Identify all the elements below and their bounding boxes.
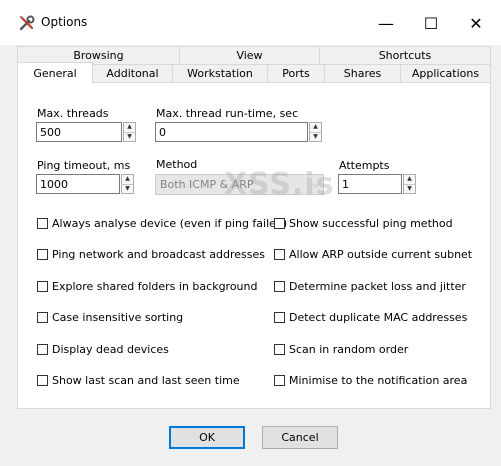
spin-up-icon[interactable]: ▲ bbox=[310, 123, 321, 133]
checkbox-label: Show last scan and last seen time bbox=[52, 374, 240, 387]
tab-additonal[interactable]: Additonal bbox=[92, 64, 173, 83]
checkbox-label: Minimise to the notification area bbox=[289, 374, 468, 387]
attempts-input[interactable]: 1 bbox=[338, 174, 402, 194]
spin-up-icon[interactable]: ▲ bbox=[122, 175, 133, 185]
tab-label: Additonal bbox=[106, 67, 159, 80]
checkbox-label: Scan in random order bbox=[289, 343, 409, 356]
spin-down-icon[interactable]: ▼ bbox=[124, 133, 135, 142]
tab-shortcuts[interactable]: Shortcuts bbox=[319, 46, 491, 65]
ping-timeout-label: Ping timeout, ms bbox=[37, 159, 131, 172]
checkbox-box[interactable] bbox=[274, 281, 285, 292]
close-icon: ✕ bbox=[469, 13, 483, 33]
spin-down-icon[interactable]: ▼ bbox=[404, 185, 415, 194]
checkbox-box[interactable] bbox=[37, 312, 48, 323]
ping-timeout-spinner[interactable]: ▲ ▼ bbox=[121, 174, 134, 194]
max-threads-input[interactable]: 500 bbox=[36, 122, 122, 142]
checkbox-label: Case insensitive sorting bbox=[52, 311, 184, 324]
tab-label: Shares bbox=[343, 67, 382, 80]
tab-label: Browsing bbox=[73, 49, 124, 62]
minimize-button[interactable]: — bbox=[365, 6, 407, 40]
checkbox-random-order[interactable]: Scan in random order bbox=[274, 343, 408, 356]
checkbox-box[interactable] bbox=[274, 218, 285, 229]
close-button[interactable]: ✕ bbox=[455, 6, 497, 40]
wrench-screwdriver-icon bbox=[19, 15, 35, 31]
checkbox-always-analyse[interactable]: Always analyse device (even if ping fail… bbox=[37, 217, 287, 230]
max-threads-spinner[interactable]: ▲ ▼ bbox=[123, 122, 136, 142]
tab-label: Shortcuts bbox=[378, 49, 432, 62]
cancel-button[interactable]: Cancel bbox=[262, 426, 338, 449]
checkbox-label: Explore shared folders in background bbox=[52, 280, 258, 293]
checkbox-box[interactable] bbox=[274, 344, 285, 355]
tab-workstation[interactable]: Workstation bbox=[172, 64, 268, 83]
tab-applications[interactable]: Applications bbox=[400, 64, 491, 83]
tab-label: Workstation bbox=[187, 67, 253, 80]
tab-general[interactable]: General bbox=[17, 62, 93, 84]
attempts-label: Attempts bbox=[339, 159, 390, 172]
max-thread-runtime-spinner[interactable]: ▲ ▼ bbox=[309, 122, 322, 142]
checkbox-label: Display dead devices bbox=[52, 343, 169, 356]
tab-label: View bbox=[236, 49, 263, 62]
spin-up-icon[interactable]: ▲ bbox=[404, 175, 415, 185]
checkbox-box[interactable] bbox=[37, 249, 48, 260]
checkbox-label: Show successful ping method bbox=[289, 217, 453, 230]
checkbox-box[interactable] bbox=[274, 375, 285, 386]
checkbox-label: Allow ARP outside current subnet bbox=[289, 248, 473, 261]
checkbox-box[interactable] bbox=[37, 281, 48, 292]
method-label: Method bbox=[156, 158, 198, 171]
tab-ports[interactable]: Ports bbox=[267, 64, 325, 83]
checkbox-minimise-notification[interactable]: Minimise to the notification area bbox=[274, 374, 467, 387]
tab-view[interactable]: View bbox=[179, 46, 320, 65]
checkbox-case-insensitive[interactable]: Case insensitive sorting bbox=[37, 311, 183, 324]
checkbox-box[interactable] bbox=[37, 344, 48, 355]
checkbox-label: Detect duplicate MAC addresses bbox=[289, 311, 468, 324]
max-thread-runtime-label: Max. thread run-time, sec bbox=[156, 107, 299, 120]
checkbox-box[interactable] bbox=[274, 312, 285, 323]
checkbox-show-last-scan[interactable]: Show last scan and last seen time bbox=[37, 374, 240, 387]
checkbox-allow-arp[interactable]: Allow ARP outside current subnet bbox=[274, 248, 472, 261]
checkbox-label: Always analyse device (even if ping fail… bbox=[52, 217, 288, 230]
checkbox-duplicate-mac[interactable]: Detect duplicate MAC addresses bbox=[274, 311, 467, 324]
checkbox-packet-loss[interactable]: Determine packet loss and jitter bbox=[274, 280, 466, 293]
checkbox-box[interactable] bbox=[37, 375, 48, 386]
ping-timeout-input[interactable]: 1000 bbox=[36, 174, 120, 194]
ok-button[interactable]: OK bbox=[169, 426, 245, 449]
tab-label: Ports bbox=[282, 67, 310, 80]
window-title: Options bbox=[41, 15, 88, 29]
max-threads-label: Max. threads bbox=[37, 107, 109, 120]
checkbox-label: Ping network and broadcast addresses bbox=[52, 248, 266, 261]
checkbox-explore-shared[interactable]: Explore shared folders in background bbox=[37, 280, 258, 293]
checkbox-show-ping-method[interactable]: Show successful ping method bbox=[274, 217, 453, 230]
tab-shares[interactable]: Shares bbox=[324, 64, 401, 83]
spin-up-icon[interactable]: ▲ bbox=[124, 123, 135, 133]
maximize-icon: ☐ bbox=[423, 13, 439, 33]
checkbox-ping-network[interactable]: Ping network and broadcast addresses bbox=[37, 248, 265, 261]
checkbox-box[interactable] bbox=[274, 249, 285, 260]
checkbox-box[interactable] bbox=[37, 218, 48, 229]
watermark: XSS.is bbox=[224, 167, 335, 202]
tab-label: General bbox=[33, 67, 77, 80]
spin-down-icon[interactable]: ▼ bbox=[122, 185, 133, 194]
attempts-spinner[interactable]: ▲ ▼ bbox=[403, 174, 416, 194]
tab-label: Applications bbox=[411, 67, 480, 80]
checkbox-label: Determine packet loss and jitter bbox=[289, 280, 466, 293]
spin-down-icon[interactable]: ▼ bbox=[310, 133, 321, 142]
checkbox-display-dead[interactable]: Display dead devices bbox=[37, 343, 169, 356]
maximize-button[interactable]: ☐ bbox=[410, 6, 452, 40]
max-thread-runtime-input[interactable]: 0 bbox=[155, 122, 308, 142]
minimize-icon: — bbox=[378, 13, 394, 33]
